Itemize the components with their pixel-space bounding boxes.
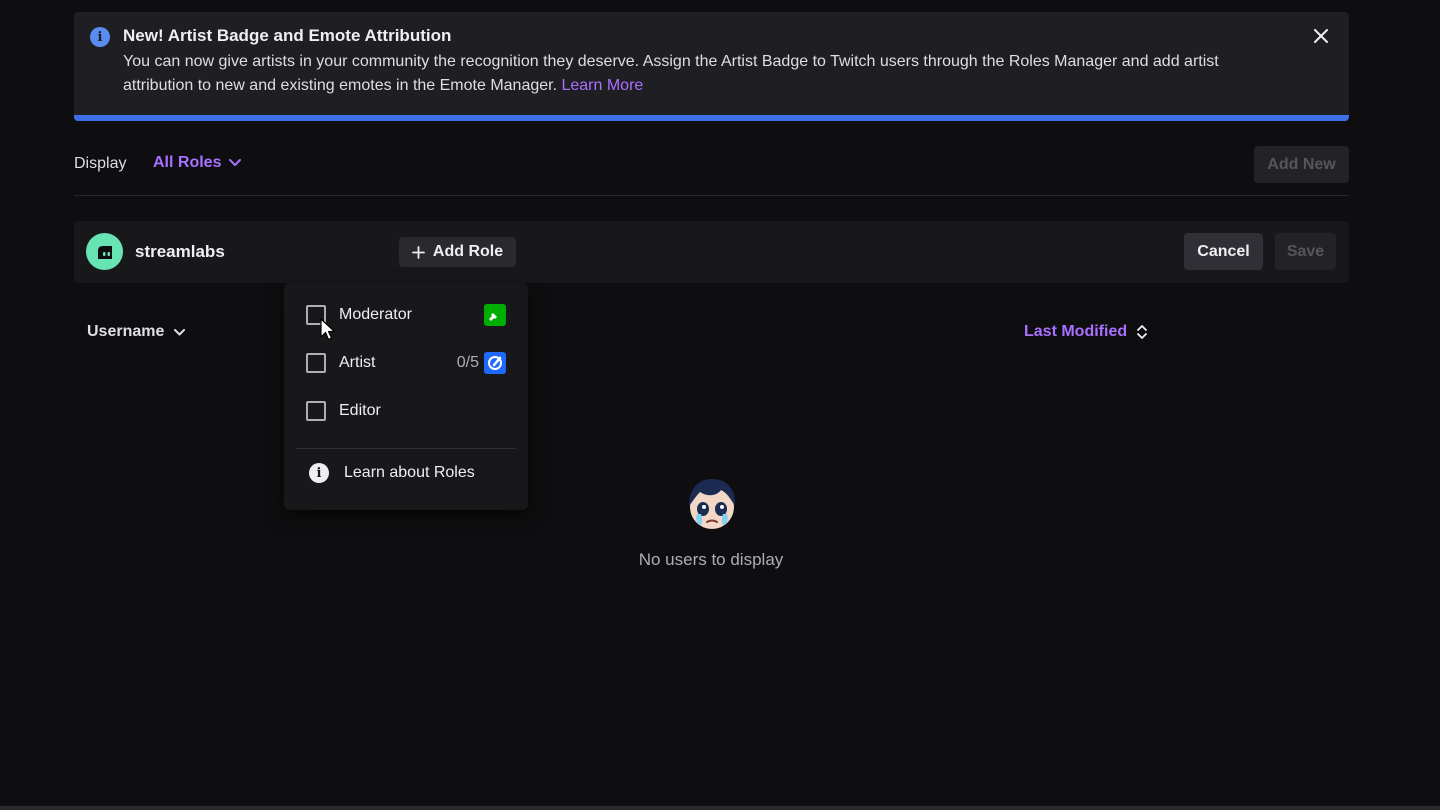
sort-username-header[interactable]: Username <box>87 323 186 341</box>
learn-about-roles-link[interactable]: i Learn about Roles <box>309 463 475 483</box>
artist-count: 0/5 <box>456 354 479 371</box>
info-icon: i <box>309 463 329 483</box>
divider <box>74 195 1349 196</box>
banner-title: New! Artist Badge and Emote Attribution <box>123 26 452 45</box>
add-role-label: Add Role <box>432 243 504 260</box>
empty-state-text: No users to display <box>638 550 784 569</box>
learn-about-roles-label: Learn about Roles <box>344 464 475 481</box>
sort-last-modified-header[interactable]: Last Modified <box>1024 323 1148 341</box>
role-option-label: Editor <box>339 402 381 419</box>
learn-more-link[interactable]: Learn More <box>561 77 643 94</box>
chevron-down-icon <box>174 328 186 335</box>
cancel-button[interactable]: Cancel <box>1184 233 1263 270</box>
sort-modified-label: Last Modified <box>1024 323 1128 340</box>
info-icon: i <box>90 27 110 47</box>
banner-body: You can now give artists in your communi… <box>123 50 1273 98</box>
bottom-edge <box>0 806 1440 810</box>
role-option-artist[interactable]: Artist 0/5 <box>306 351 506 375</box>
artist-checkbox[interactable] <box>306 353 326 373</box>
role-option-editor[interactable]: Editor <box>306 399 506 423</box>
editor-checkbox[interactable] <box>306 401 326 421</box>
avatar <box>86 233 123 270</box>
streamlabs-logo-icon <box>97 245 112 259</box>
plus-icon <box>411 245 425 259</box>
roles-manager-page: i New! Artist Badge and Emote Attributio… <box>0 0 1440 810</box>
crying-emote-icon <box>689 479 736 529</box>
display-label: Display <box>74 155 127 172</box>
username: streamlabs <box>135 242 225 261</box>
paintbrush-icon <box>484 352 506 374</box>
role-option-label: Artist <box>339 354 376 371</box>
sort-username-label: Username <box>87 323 165 340</box>
mouse-pointer-icon <box>320 318 336 341</box>
close-icon[interactable] <box>1311 26 1331 46</box>
banner-accent-bar <box>74 115 1349 121</box>
chevron-down-icon <box>229 159 242 166</box>
save-button[interactable]: Save <box>1275 233 1336 270</box>
announcement-banner: i New! Artist Badge and Emote Attributio… <box>74 12 1349 121</box>
roles-filter-dropdown[interactable]: All Roles <box>153 154 242 172</box>
add-new-button[interactable]: Add New <box>1254 146 1349 183</box>
sort-updown-icon <box>1137 325 1148 339</box>
sword-icon <box>484 304 506 326</box>
menu-divider <box>296 448 516 449</box>
banner-body-text: You can now give artists in your communi… <box>123 53 1219 94</box>
add-role-button[interactable]: Add Role <box>399 237 516 267</box>
role-option-label: Moderator <box>339 306 412 323</box>
user-row-card: streamlabs Add Role Cancel Save <box>74 221 1349 283</box>
roles-filter-value: All Roles <box>153 154 222 171</box>
